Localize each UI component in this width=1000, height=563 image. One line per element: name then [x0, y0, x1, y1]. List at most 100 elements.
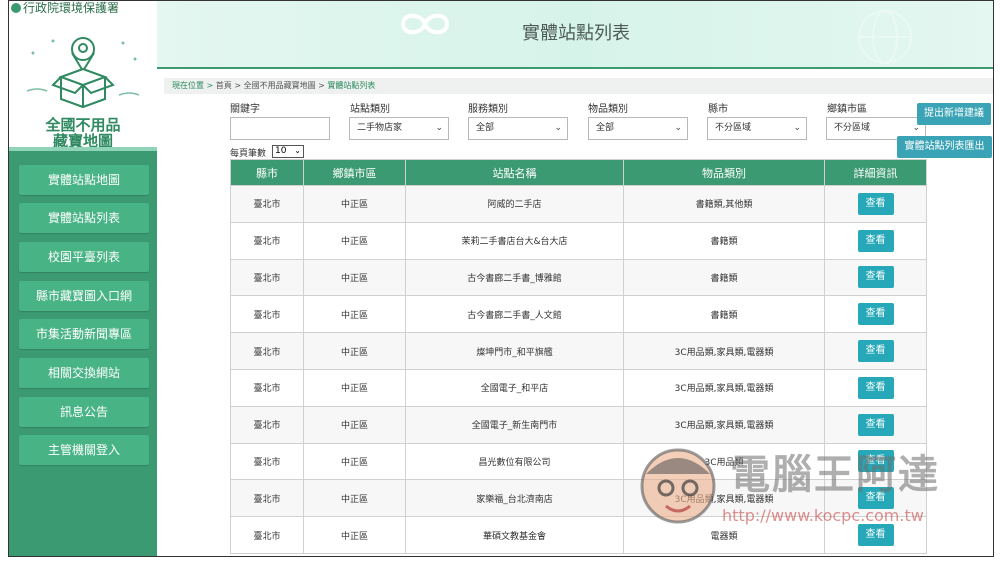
table-row: 臺北市 中正區 華碩文教基金會 電器類 查看 [230, 516, 927, 554]
sidebar-item-county-portal[interactable]: 縣市藏寶圖入口網 [19, 281, 149, 311]
per-page-label: 每頁筆數 [230, 149, 267, 159]
suggest-new-button[interactable]: 提出新增建議 [917, 103, 991, 125]
header-station-name: 站點名稱 [405, 159, 624, 186]
station-type-select[interactable]: 二手物店家 ⌄ [349, 117, 449, 140]
service-type-label: 服務類別 [468, 104, 508, 115]
table-row: 臺北市 中正區 全國電子_新生南門市 3C用品類,家具類,電器類 查看 [230, 405, 927, 444]
cell-county: 臺北市 [230, 442, 304, 481]
cell-county: 臺北市 [230, 332, 304, 370]
view-button[interactable]: 查看 [857, 192, 894, 215]
view-button[interactable]: 查看 [857, 266, 894, 289]
cell-item-type: 3C用品類,家具類,電器類 [623, 405, 825, 444]
view-button[interactable]: 查看 [857, 376, 894, 399]
cell-district: 中正區 [303, 479, 406, 518]
treasure-box-icon [26, 37, 140, 109]
cell-station-name: 全國電子_和平店 [405, 368, 624, 407]
view-button[interactable]: 查看 [857, 413, 894, 436]
sidebar-item-station-list[interactable]: 實體站點列表 [19, 203, 149, 233]
cell-details: 查看 [824, 258, 927, 297]
cell-county: 臺北市 [230, 405, 304, 444]
table-body: 臺北市 中正區 阿威的二手店 書籍類,其他類 查看 臺北市 中正區 茉莉二手書店台大&台大店書… [230, 185, 927, 554]
cell-station-name: 古今書廊二手書_人文館 [405, 295, 624, 334]
cell-county: 臺北市 [230, 479, 304, 518]
breadcrumb-separator: > [231, 81, 244, 90]
sidebar-item-campus-list[interactable]: 校園平臺列表 [19, 242, 149, 272]
sidebar-item-exchange-sites[interactable]: 相關交換網站 [19, 358, 149, 388]
cell-station-name: 昌光數位有限公司 [405, 442, 624, 481]
service-type-value: 全部 [476, 123, 495, 133]
cell-station-name: 茉莉二手書店台大&台大店 [405, 221, 624, 260]
cell-details: 查看 [824, 221, 927, 260]
chevron-down-icon: ⌄ [674, 123, 682, 133]
per-page-select[interactable]: 10 ⌄ [272, 145, 304, 158]
cell-details: 查看 [824, 516, 927, 554]
header-district: 鄉鎮市區 [303, 159, 406, 186]
sidebar-item-market-news[interactable]: 市集活動新聞專區 [19, 319, 149, 349]
station-type-value: 二手物店家 [357, 123, 403, 133]
brand-block[interactable]: 全國不用品 藏寶地圖 [9, 19, 157, 151]
cell-details: 查看 [824, 368, 927, 407]
cell-county: 臺北市 [230, 221, 304, 260]
breadcrumb-parent[interactable]: 全國不用品藏寶地圖 [244, 81, 316, 90]
cell-station-name: 家樂福_台北濟南店 [405, 479, 624, 518]
cell-details: 查看 [824, 295, 927, 334]
cell-district: 中正區 [303, 368, 406, 407]
sidebar-item-station-map[interactable]: 實體站點地圖 [19, 165, 149, 195]
view-button[interactable]: 查看 [857, 303, 894, 326]
cell-district: 中正區 [303, 405, 406, 444]
cell-item-type: 書籍類,其他類 [623, 185, 825, 223]
cell-station-name: 華碩文教基金會 [405, 516, 624, 554]
item-type-select[interactable]: 全部 ⌄ [588, 117, 688, 140]
table-row: 臺北市 中正區 茉莉二手書店台大&台大店 書籍類 查看 [230, 221, 927, 260]
table-row: 臺北市 中正區 家樂福_台北濟南店 3C用品類,家具類,電器類 查看 [230, 479, 927, 518]
breadcrumb: 現在位置 > 首頁 > 全國不用品藏寶地圖 > 實體站點列表 [164, 78, 993, 94]
view-button[interactable]: 查看 [857, 524, 894, 547]
cell-details: 查看 [824, 185, 927, 223]
breadcrumb-home[interactable]: 首頁 [216, 81, 232, 90]
cell-county: 臺北市 [230, 258, 304, 297]
view-button[interactable]: 查看 [857, 340, 894, 363]
sidebar-item-announcements[interactable]: 訊息公告 [19, 397, 149, 427]
cell-details: 查看 [824, 479, 927, 518]
cell-item-type: 書籍類 [623, 295, 825, 334]
cell-district: 中正區 [303, 295, 406, 334]
agency-logo-icon [11, 3, 21, 13]
cell-item-type: 3C用品類,家具類,電器類 [623, 368, 825, 407]
station-table: 縣市 鄉鎮市區 站點名稱 物品類別 詳細資訊 臺北市 中正區 阿威的二手店 書籍類,其… [230, 159, 927, 554]
cell-county: 臺北市 [230, 295, 304, 334]
header-details: 詳細資訊 [824, 159, 927, 186]
export-list-button[interactable]: 實體站點列表匯出 [897, 136, 992, 158]
table-row: 臺北市 中正區 全國電子_和平店 3C用品類,家具類,電器類 查看 [230, 368, 927, 407]
breadcrumb-current: 實體站點列表 [327, 81, 376, 90]
item-type-value: 全部 [596, 123, 615, 133]
cell-details: 查看 [824, 405, 927, 444]
view-button[interactable]: 查看 [857, 450, 894, 473]
keyword-input[interactable] [230, 117, 330, 140]
per-page-value: 10 [275, 146, 287, 156]
cell-item-type: 3C用品類,家具類,電器類 [623, 479, 825, 518]
county-select[interactable]: 不分區域 ⌄ [707, 117, 807, 140]
service-type-select[interactable]: 全部 ⌄ [468, 117, 568, 140]
agency-name[interactable]: 行政院環境保護署 [9, 1, 157, 19]
chevron-down-icon: ⌄ [294, 146, 301, 155]
breadcrumb-separator: > [315, 81, 328, 90]
cell-district: 中正區 [303, 442, 406, 481]
chevron-down-icon: ⌄ [793, 123, 801, 133]
globe-icon [858, 10, 912, 64]
cell-county: 臺北市 [230, 516, 304, 554]
view-button[interactable]: 查看 [857, 229, 894, 252]
agency-label: 行政院環境保護署 [23, 1, 120, 15]
cell-station-name: 全國電子_新生南門市 [405, 405, 624, 444]
breadcrumb-prefix: 現在位置 > [172, 81, 216, 90]
cell-station-name: 古今書廊二手書_博雅館 [405, 258, 624, 297]
header-item-type: 物品類別 [623, 159, 825, 186]
item-type-label: 物品類別 [588, 104, 628, 115]
view-button[interactable]: 查看 [857, 487, 894, 510]
county-value: 不分區域 [715, 123, 752, 133]
header-county: 縣市 [230, 159, 304, 186]
county-label: 縣市 [708, 104, 728, 115]
sidebar-item-admin-login[interactable]: 主管機關登入 [19, 435, 149, 465]
table-row: 臺北市 中正區 阿威的二手店 書籍類,其他類 查看 [230, 185, 927, 223]
table-row: 臺北市 中正區 昌光數位有限公司 3C用品類 查看 [230, 442, 927, 481]
cell-district: 中正區 [303, 332, 406, 370]
